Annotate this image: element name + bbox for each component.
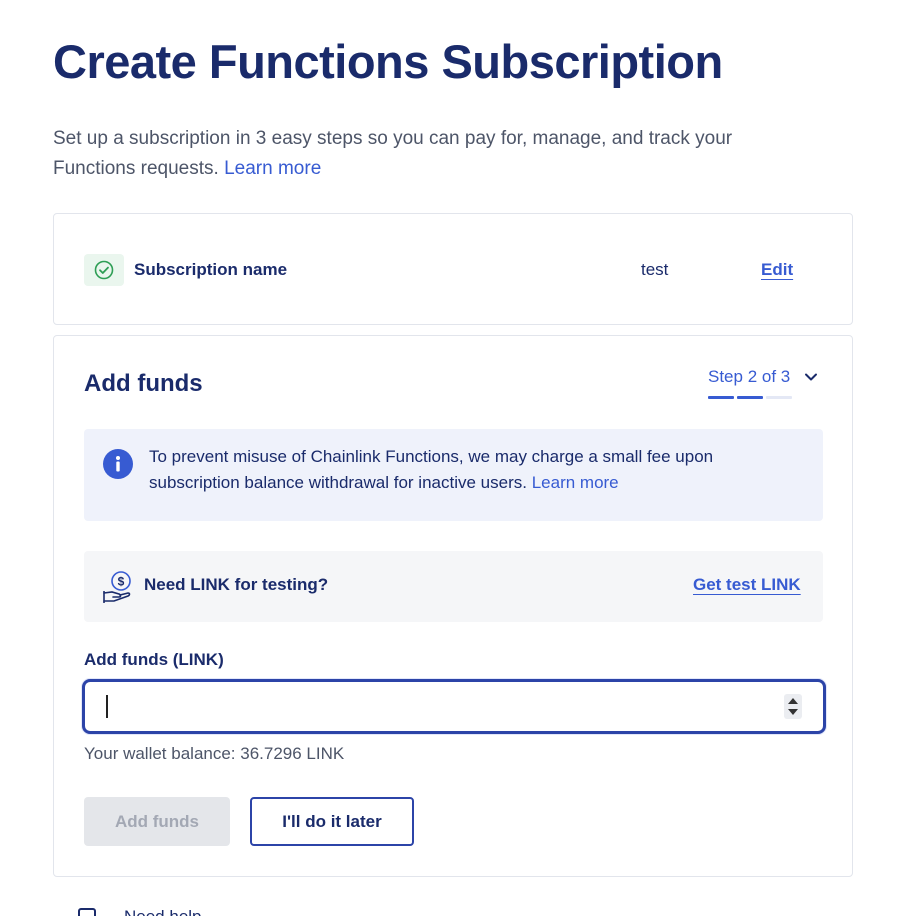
- text-caret: [106, 695, 108, 718]
- add-funds-input-label: Add funds (LINK): [84, 650, 224, 669]
- subscription-name-step: Subscription name test Edit: [53, 213, 853, 325]
- test-link-banner: $ Need LINK for testing? Get test LINK: [84, 551, 823, 622]
- number-stepper[interactable]: [784, 694, 802, 719]
- intro-text: Set up a subscription in 3 easy steps so…: [53, 128, 733, 179]
- edit-subscription-name-link[interactable]: Edit: [761, 260, 793, 280]
- decrement-arrow-icon[interactable]: [788, 709, 798, 715]
- fee-learn-more-link[interactable]: Learn more: [532, 473, 619, 492]
- fee-notice: To prevent misuse of Chainlink Functions…: [84, 429, 823, 521]
- check-circle-icon: [84, 254, 124, 286]
- wallet-balance: Your wallet balance: 36.7296 LINK: [84, 744, 345, 763]
- get-test-link-link[interactable]: Get test LINK: [693, 575, 801, 595]
- add-funds-button[interactable]: Add funds: [84, 797, 230, 846]
- learn-more-link[interactable]: Learn more: [224, 158, 321, 179]
- increment-arrow-icon[interactable]: [788, 698, 798, 704]
- footer-icon: [78, 908, 96, 916]
- svg-text:$: $: [118, 575, 125, 589]
- do-it-later-button[interactable]: I'll do it later: [250, 797, 414, 846]
- test-link-label: Need LINK for testing?: [144, 575, 329, 594]
- info-icon: [103, 449, 133, 484]
- step-bar-2: [737, 396, 763, 399]
- money-hand-icon: $: [102, 570, 134, 609]
- step-bar-3: [766, 396, 792, 399]
- step-progress-bars: [708, 396, 792, 399]
- chevron-down-icon: [804, 370, 818, 389]
- fee-notice-message: To prevent misuse of Chainlink Functions…: [149, 447, 714, 492]
- add-funds-input[interactable]: [82, 679, 826, 734]
- page-intro: Set up a subscription in 3 easy steps so…: [53, 124, 813, 184]
- add-funds-step: Add funds Step 2 of 3 To prevent misuse …: [53, 335, 853, 877]
- subscription-name-label: Subscription name: [134, 260, 288, 279]
- fee-notice-text: To prevent misuse of Chainlink Functions…: [149, 444, 789, 496]
- footer-help-row: Need help...: [78, 905, 798, 916]
- footer-help-text: Need help...: [124, 907, 216, 916]
- add-funds-title: Add funds: [84, 370, 203, 397]
- step-progress-toggle[interactable]: Step 2 of 3: [708, 367, 818, 407]
- page-title: Create Functions Subscription: [53, 35, 723, 88]
- step-bar-1: [708, 396, 734, 399]
- step-progress-label: Step 2 of 3: [708, 367, 791, 386]
- subscription-name-value: test: [641, 260, 669, 279]
